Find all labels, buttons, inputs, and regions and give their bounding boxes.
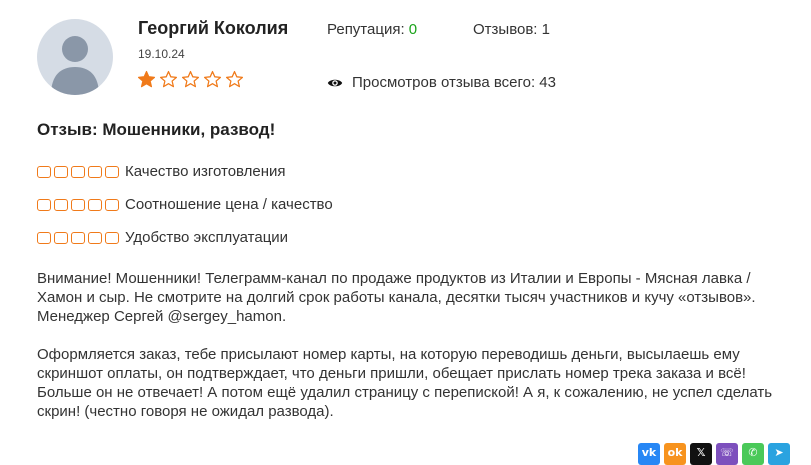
criterion-label: Качество изготовления	[125, 163, 286, 180]
user-placeholder-icon	[51, 36, 99, 95]
rating-box	[54, 165, 68, 178]
ok-share-button[interactable]: ok	[664, 443, 686, 465]
x-icon: 𝕏	[696, 446, 706, 459]
review-body: Внимание! Мошенники! Телеграмм-канал по …	[37, 269, 797, 440]
star-empty-icon	[203, 70, 222, 88]
rating-box	[54, 231, 68, 244]
rating-box	[88, 198, 102, 211]
eye-icon	[327, 79, 343, 86]
reputation-label: Репутация:	[327, 21, 405, 38]
reputation: Репутация: 0	[327, 21, 417, 38]
star-empty-icon	[159, 70, 178, 88]
criterion-label: Удобство эксплуатации	[125, 229, 289, 246]
star-empty-icon	[225, 70, 244, 88]
criterion-quality: Качество изготовления	[37, 163, 286, 180]
whatsapp-icon: ✆	[748, 446, 758, 459]
rating-box	[88, 231, 102, 244]
rating-box	[71, 231, 85, 244]
criterion-rating	[37, 231, 119, 244]
reviews-count: Отзывов: 1	[473, 21, 550, 38]
rating-box	[105, 231, 119, 244]
author-name[interactable]: Георгий Коколия	[138, 18, 288, 39]
rating-box	[37, 165, 51, 178]
review-title: Отзыв: Мошенники, развод!	[37, 120, 276, 139]
reputation-value: 0	[408, 21, 418, 38]
rating-box	[54, 198, 68, 211]
views-text: Просмотров отзыва всего: 43	[352, 74, 556, 91]
share-buttons: vk ok 𝕏 ☏ ✆ ➤	[638, 443, 790, 465]
telegram-icon: ➤	[774, 446, 784, 459]
reviews-count-value: 1	[541, 21, 550, 38]
criterion-rating	[37, 165, 119, 178]
viber-share-button[interactable]: ☏	[716, 443, 738, 465]
reviews-count-label: Отзывов:	[473, 21, 538, 38]
rating-box	[71, 198, 85, 211]
telegram-share-button[interactable]: ➤	[768, 443, 790, 465]
rating-box	[37, 198, 51, 211]
vk-icon: vk	[641, 446, 657, 459]
criterion-price-quality: Соотношение цена / качество	[37, 196, 333, 213]
star-filled-icon	[137, 70, 156, 88]
criterion-label: Соотношение цена / качество	[125, 196, 333, 213]
rating-box	[37, 231, 51, 244]
views-counter: Просмотров отзыва всего: 43	[327, 74, 556, 91]
star-rating	[137, 70, 244, 89]
avatar[interactable]	[37, 19, 113, 95]
rating-box	[105, 165, 119, 178]
review-paragraph: Оформляется заказ, тебе присылают номер …	[37, 346, 773, 420]
viber-icon: ☏	[720, 446, 734, 459]
rating-box	[71, 165, 85, 178]
criterion-rating	[37, 198, 119, 211]
ok-icon: ok	[667, 446, 683, 459]
review-paragraph: Внимание! Мошенники! Телеграмм-канал по …	[37, 270, 756, 325]
rating-box	[88, 165, 102, 178]
x-share-button[interactable]: 𝕏	[690, 443, 712, 465]
criterion-usability: Удобство эксплуатации	[37, 229, 288, 246]
star-empty-icon	[181, 70, 200, 88]
vk-share-button[interactable]: vk	[638, 443, 660, 465]
review-date: 19.10.24	[138, 47, 185, 61]
whatsapp-share-button[interactable]: ✆	[742, 443, 764, 465]
rating-box	[105, 198, 119, 211]
